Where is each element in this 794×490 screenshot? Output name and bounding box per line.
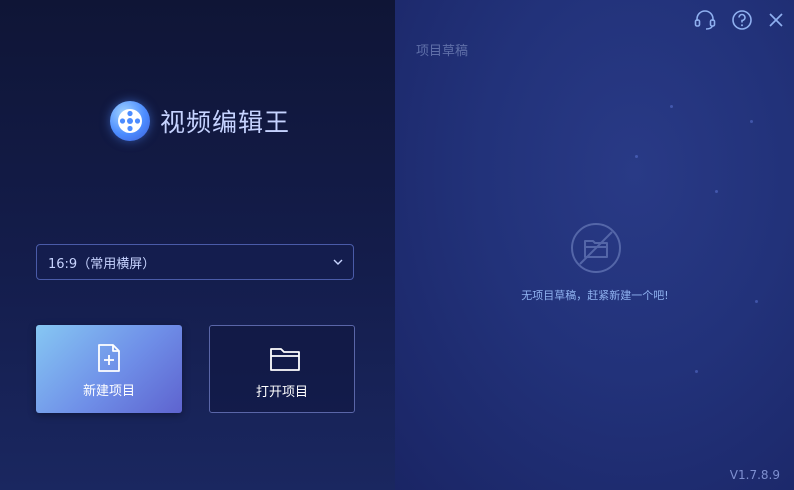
aspect-ratio-value: 16:9（常用横屏）	[48, 256, 156, 272]
empty-drafts-message: 无项目草稿，赶紧新建一个吧!	[521, 289, 669, 302]
film-reel-icon	[110, 101, 150, 141]
new-project-label: 新建项目	[82, 384, 135, 399]
no-drafts-icon	[571, 223, 621, 273]
open-project-label: 打开项目	[255, 385, 308, 400]
folder-icon	[270, 348, 300, 371]
app-name: 视频编辑王	[160, 108, 291, 137]
headset-support-icon[interactable]	[693, 9, 717, 31]
app-logo: 视频编辑王	[110, 101, 290, 141]
chevron-down-icon	[333, 259, 343, 265]
new-project-button[interactable]: 新建项目	[36, 325, 182, 413]
help-icon[interactable]	[731, 9, 753, 31]
close-icon[interactable]	[767, 11, 785, 29]
aspect-ratio-select[interactable]: 16:9（常用横屏）	[36, 244, 354, 280]
drafts-title: 项目草稿	[416, 44, 469, 59]
new-file-icon	[98, 344, 120, 372]
open-project-button[interactable]: 打开项目	[209, 325, 355, 413]
version-label: V1.7.8.9	[729, 468, 780, 482]
